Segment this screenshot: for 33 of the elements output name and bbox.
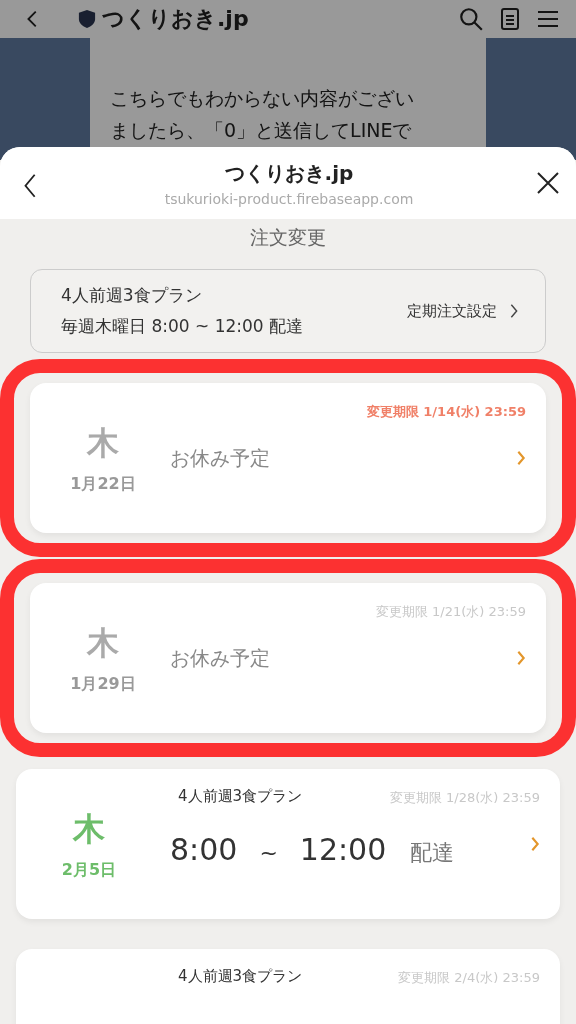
status-text: お休み予定 (170, 644, 271, 672)
plan-name: 4人前週3食プラン (178, 967, 303, 986)
date-text: 2月5日 (61, 859, 117, 881)
delivery-label: 配達 (410, 839, 455, 867)
deadline-text: 変更期限 1/14(水) 23:59 (366, 403, 526, 421)
weekday-text: 木 (73, 808, 105, 850)
weekday-text: 木 (87, 622, 119, 664)
shield-icon (78, 9, 96, 29)
page-heading: 注文変更 (249, 225, 327, 250)
page-title: つくりおき.jp (102, 5, 249, 33)
start-time: 8:00 (170, 832, 238, 867)
chevron-icon (516, 650, 526, 666)
chevron-icon (516, 450, 526, 466)
message-text: こちらでもわからない内容がござい ましたら、「0」と送信してLINEで (110, 86, 415, 143)
plan-card[interactable]: 4人前週3食プラン 毎週木曜日 8:00 ~ 12:00 配達 定期注文設定 (30, 269, 546, 353)
date-text: 1月29日 (70, 673, 136, 695)
plan-name: 4人前週3食プラン (61, 284, 203, 307)
plan-name: 4人前週3食プラン (178, 787, 303, 806)
settings-link[interactable]: 定期注文設定 (407, 301, 497, 321)
order-card[interactable]: 変更期限 1/14(水) 23:59 木 1月22日 お休み予定 (30, 383, 546, 533)
close-icon[interactable] (536, 171, 560, 195)
date-text: 1月22日 (70, 473, 136, 495)
separator-text: ~ (259, 840, 278, 865)
schedule-text: 毎週木曜日 8:00 ~ 12:00 配達 (61, 315, 305, 338)
sheet-title: つくりおき.jp (224, 159, 354, 187)
end-time: 12:00 (299, 832, 387, 867)
url-text: tsukurioki-product.firebaseapp.com (164, 190, 414, 207)
chevron-icon (530, 836, 540, 852)
search-icon[interactable] (458, 6, 484, 32)
document-icon[interactable] (498, 6, 522, 32)
status-text: お休み予定 (170, 444, 271, 472)
weekday-text: 木 (87, 422, 119, 464)
chevron-icon (509, 303, 519, 319)
